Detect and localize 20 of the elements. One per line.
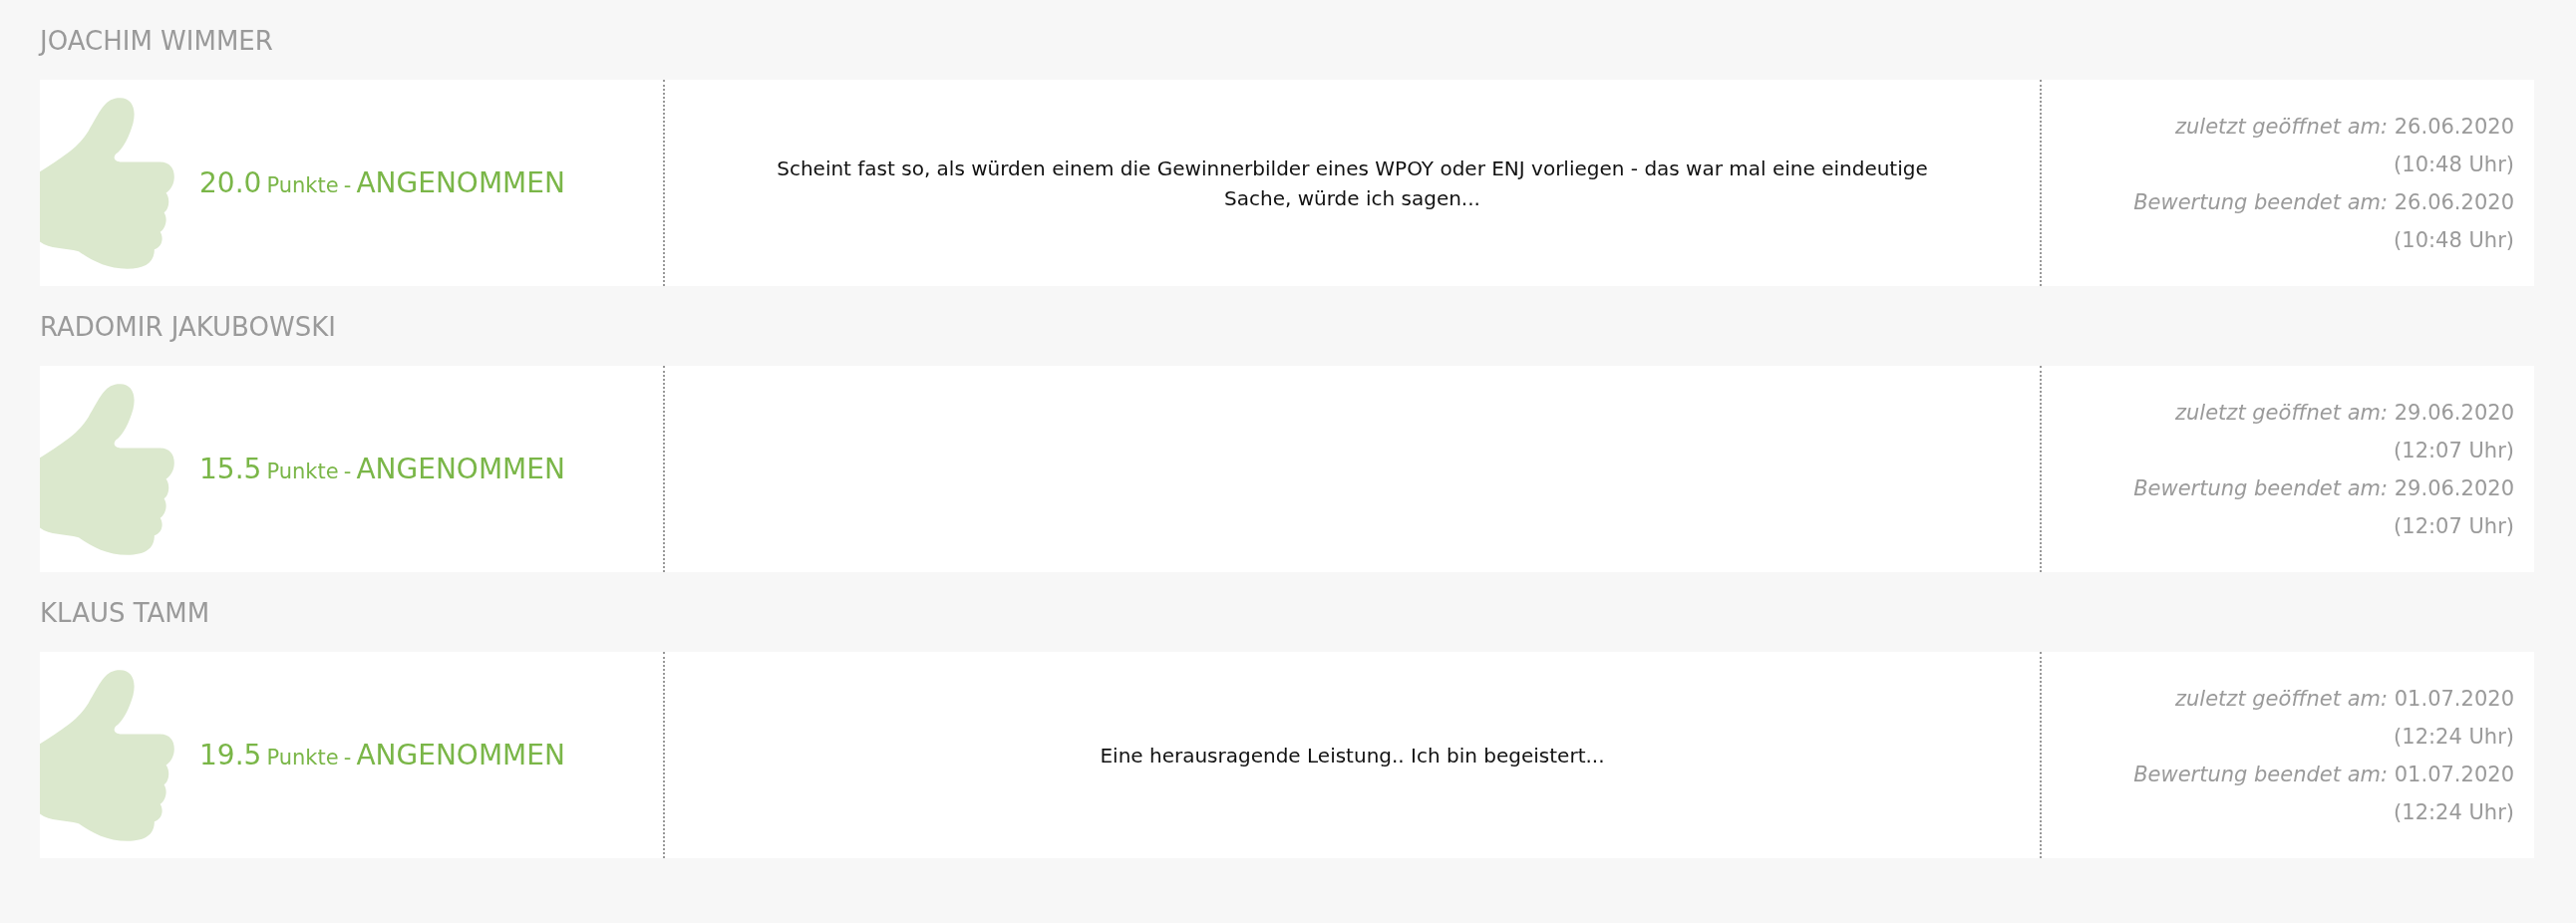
- finished-time: (12:07 Uhr): [2394, 512, 2514, 540]
- opened-time: (12:24 Uhr): [2394, 723, 2514, 751]
- finished-date: Bewertung beendet am: 26.06.2020: [2133, 188, 2514, 216]
- finished-time: (12:24 Uhr): [2394, 798, 2514, 826]
- reviewer-name: JOACHIM WIMMER: [40, 25, 274, 58]
- finished-date: Bewertung beendet am: 29.06.2020: [2133, 474, 2514, 502]
- score-status: 19.5 Punkte - ANGENOMMEN: [199, 739, 565, 771]
- reviewer-name: KLAUS TAMM: [40, 597, 211, 630]
- opened-time: (12:07 Uhr): [2394, 437, 2514, 464]
- opened-date: zuletzt geöffnet am: 26.06.2020: [2175, 113, 2514, 141]
- review-comment: Eine herausragende Leistung.. Ich bin begeistert...: [1100, 742, 1605, 769]
- score-status: 20.0 Punkte - ANGENOMMEN: [199, 166, 565, 199]
- reviewer-name: RADOMIR JAKUBOWSKI: [40, 311, 337, 344]
- score-status: 15.5 Punkte - ANGENOMMEN: [199, 453, 565, 485]
- review-comment: Scheint fast so, als würden einem die Gewinnerbilder eines WPOY oder ENJ vorliegen - das war mal eine eindeutige Sache, würde ich sagen...: [776, 154, 1929, 212]
- opened-time: (10:48 Uhr): [2394, 151, 2514, 178]
- finished-date: Bewertung beendet am: 01.07.2020: [2133, 761, 2514, 788]
- finished-time: (10:48 Uhr): [2394, 226, 2514, 254]
- opened-date: zuletzt geöffnet am: 29.06.2020: [2175, 399, 2514, 427]
- opened-date: zuletzt geöffnet am: 01.07.2020: [2175, 685, 2514, 713]
